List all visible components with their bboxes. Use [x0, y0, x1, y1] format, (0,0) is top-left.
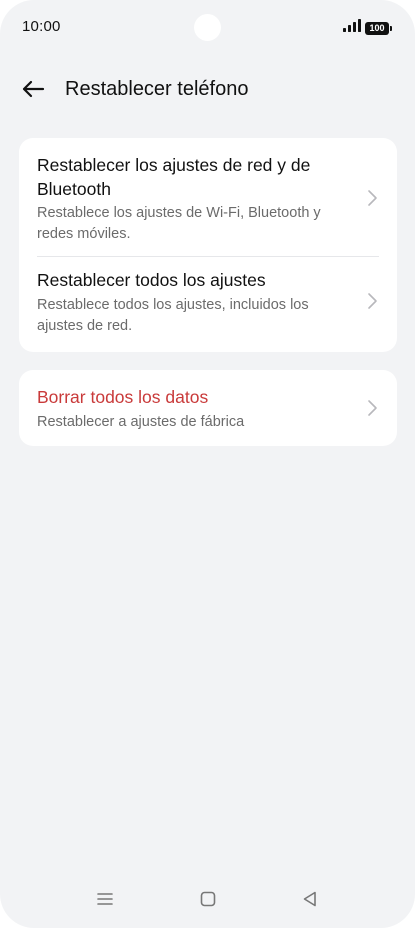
reset-all-settings-subtitle: Restablece todos los ajustes, incluidos … [37, 297, 309, 334]
back-arrow-icon [21, 80, 45, 103]
status-time: 10:00 [22, 18, 61, 35]
phone-screen: 10:00 100 Restablecer teléfono Restablec… [0, 0, 415, 928]
menu-icon [96, 891, 114, 912]
app-header: Restablecer teléfono [0, 70, 415, 110]
back-button[interactable] [16, 74, 50, 108]
reset-options-group: Restablecer los ajustes de red y de Blue… [19, 138, 397, 352]
chevron-right-icon [365, 291, 379, 311]
recents-button[interactable] [90, 886, 120, 916]
status-bar: 10:00 100 [0, 0, 415, 56]
erase-all-data-subtitle: Restablecer a ajustes de fábrica [37, 414, 245, 430]
chevron-right-icon [365, 398, 379, 418]
reset-network-bluetooth-title: Restablecer los ajustes de red y de Blue… [37, 155, 311, 199]
reset-all-settings-title: Restablecer todos los ajustes [37, 270, 266, 290]
page-title: Restablecer teléfono [65, 78, 249, 100]
front-camera-cutout [194, 14, 221, 41]
reset-network-bluetooth-subtitle: Restablece los ajustes de Wi-Fi, Bluetoo… [37, 205, 321, 242]
chevron-right-icon [365, 188, 379, 208]
status-indicators: 100 [343, 19, 392, 37]
home-square-icon [199, 890, 217, 913]
battery-icon: 100 [365, 21, 392, 35]
erase-data-group: Borrar todos los datos Restablecer a aju… [19, 370, 397, 446]
home-button[interactable] [193, 886, 223, 916]
signal-bars-icon [343, 19, 361, 37]
reset-all-settings-item[interactable]: Restablecer todos los ajustes Restablece… [19, 257, 397, 352]
system-back-button[interactable] [295, 886, 325, 916]
back-triangle-icon [301, 890, 319, 913]
reset-network-bluetooth-item[interactable]: Restablecer los ajustes de red y de Blue… [19, 138, 397, 256]
erase-all-data-item[interactable]: Borrar todos los datos Restablecer a aju… [19, 370, 397, 446]
navigation-bar [0, 872, 415, 928]
erase-all-data-title: Borrar todos los datos [37, 387, 209, 407]
